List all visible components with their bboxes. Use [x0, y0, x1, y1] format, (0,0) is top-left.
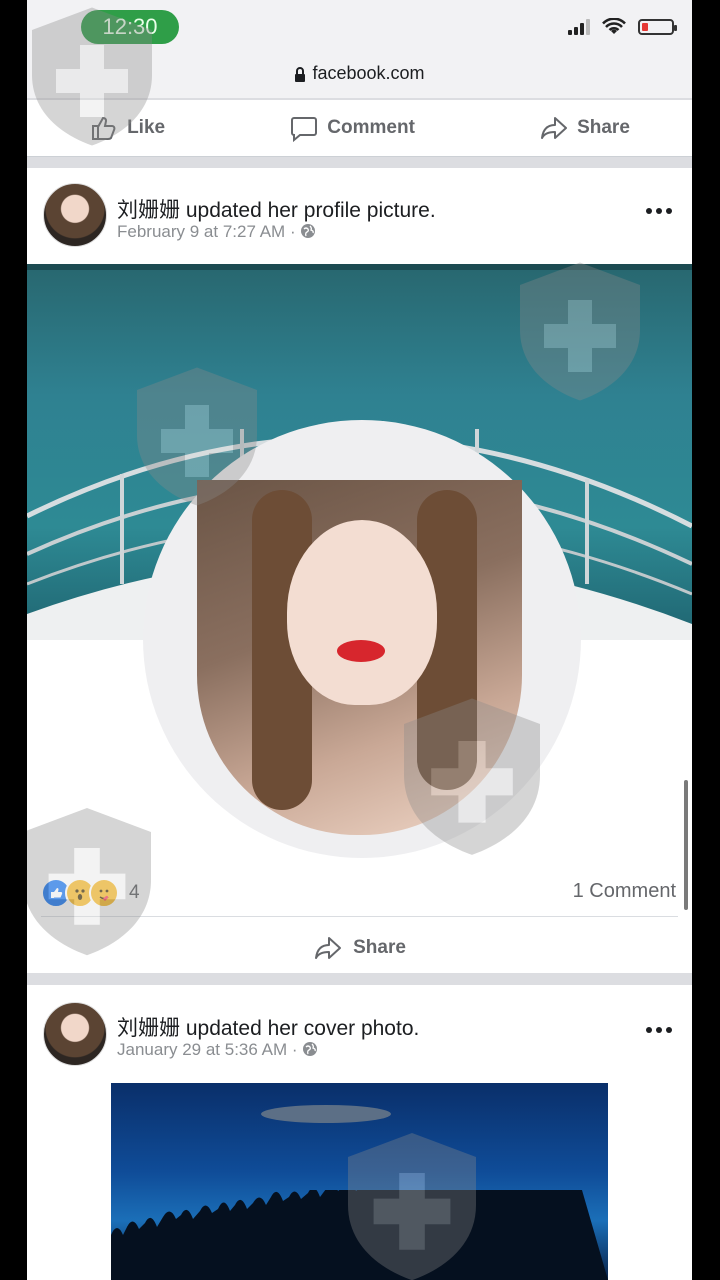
post-date[interactable]: January 29 at 5:36 AM	[117, 1040, 287, 1059]
thumbs-up-icon	[92, 116, 116, 140]
battery-icon	[638, 19, 677, 35]
reaction-summary[interactable]: 4	[41, 878, 140, 908]
time-pill: 12:30	[81, 10, 179, 44]
post-meta: February 9 at 7:27 AM ·	[117, 222, 316, 242]
status-icons	[568, 18, 677, 36]
signal-icon	[568, 19, 590, 35]
url-text: facebook.com	[312, 63, 425, 83]
face-shape	[287, 520, 437, 705]
reaction-count: 4	[129, 882, 140, 903]
status-bar: 12:30	[27, 0, 692, 56]
scrollbar[interactable]	[684, 780, 688, 910]
post-action-text: updated her cover photo.	[180, 1017, 420, 1040]
avatar[interactable]	[43, 183, 107, 247]
post-action-text: updated her profile picture.	[180, 199, 436, 222]
share-label: Share	[577, 117, 630, 138]
lock-icon	[295, 66, 306, 82]
crowd-silhouette	[111, 1190, 608, 1280]
share-icon	[541, 117, 568, 139]
wifi-icon	[602, 18, 626, 34]
avatar[interactable]	[43, 1002, 107, 1066]
previous-post-actions: Like Comment Share	[27, 100, 692, 157]
address-bar[interactable]: facebook.com	[27, 56, 692, 98]
divider	[41, 916, 678, 917]
comment-button[interactable]: Comment	[289, 113, 415, 143]
like-button[interactable]: Like	[89, 113, 165, 143]
comment-icon	[291, 117, 318, 143]
comment-count[interactable]: 1 Comment	[573, 880, 676, 903]
author-name[interactable]: 刘姗姗	[117, 1017, 180, 1040]
comment-label: Comment	[327, 117, 415, 138]
whale-shark-shape	[261, 1105, 391, 1123]
share-icon	[315, 937, 342, 959]
cover-photo-image[interactable]	[111, 1083, 608, 1280]
post-date[interactable]: February 9 at 7:27 AM	[117, 222, 285, 241]
author-name[interactable]: 刘姗姗	[117, 199, 180, 222]
post-options-icon[interactable]	[646, 208, 672, 214]
post-options-icon[interactable]	[646, 1027, 672, 1033]
cover-photo-post: 刘姗姗 updated her cover photo. January 29 …	[27, 985, 692, 1280]
lips-shape	[337, 640, 385, 662]
post-headline: 刘姗姗 updated her cover photo.	[117, 1012, 419, 1042]
care-reaction-icon	[89, 878, 119, 908]
profile-picture-post: 刘姗姗 updated her profile picture. Februar…	[27, 168, 692, 973]
share-button[interactable]: Share	[27, 928, 692, 968]
globe-icon	[303, 1042, 318, 1056]
like-label: Like	[127, 117, 166, 138]
meta-separator: ·	[289, 222, 296, 241]
globe-icon	[301, 224, 316, 238]
phone-screen: 12:30 facebook.com Like Comment Share 刘姗…	[27, 0, 692, 1280]
share-button[interactable]: Share	[539, 113, 630, 143]
profile-picture[interactable]	[197, 480, 522, 835]
meta-separator: ·	[291, 1040, 298, 1059]
post-headline: 刘姗姗 updated her profile picture.	[117, 194, 436, 224]
post-meta: January 29 at 5:36 AM ·	[117, 1040, 318, 1060]
share-label: Share	[353, 937, 406, 958]
